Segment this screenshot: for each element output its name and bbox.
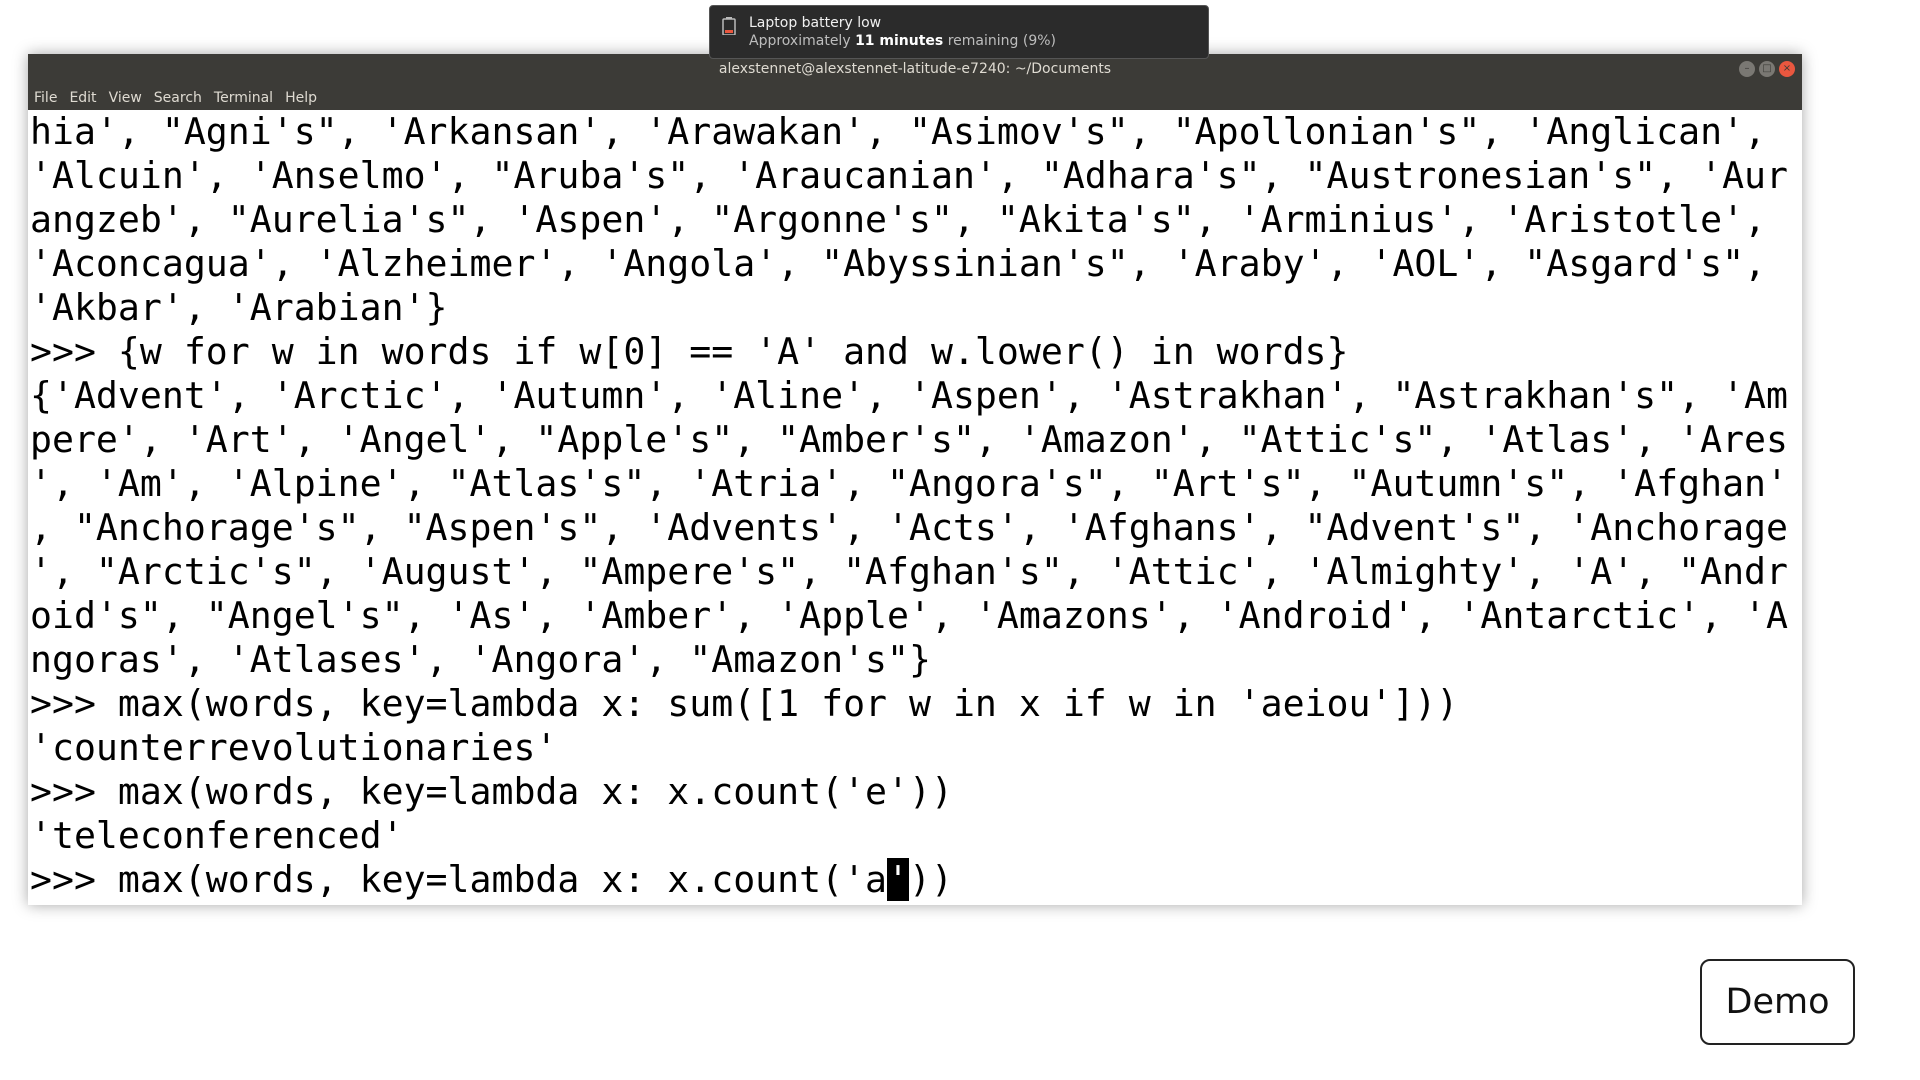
- close-icon: ×: [1782, 63, 1792, 74]
- terminal-line: 'Alcuin', 'Anselmo', "Aruba's", 'Araucan…: [30, 154, 1788, 197]
- terminal-line: , "Anchorage's", "Aspen's", 'Advents', '…: [30, 506, 1788, 549]
- notification-body: Approximately 11 minutes remaining (9%): [749, 33, 1056, 49]
- terminal-window[interactable]: alexstennet@alexstennet-latitude-e7240: …: [28, 54, 1802, 905]
- terminal-line: angzeb', "Aurelia's", 'Aspen', "Argonne'…: [30, 198, 1767, 241]
- terminal-output[interactable]: hia', "Agni's", 'Arkansan', 'Arawakan', …: [28, 110, 1802, 905]
- notification-title: Laptop battery low: [749, 15, 882, 31]
- terminal-line: 'Akbar', 'Arabian'}: [30, 286, 448, 329]
- terminal-line: ngoras', 'Atlases', 'Angora', "Amazon's"…: [30, 638, 931, 681]
- terminal-line: 'Aconcagua', 'Alzheimer', 'Angola', "Aby…: [30, 242, 1767, 285]
- text-cursor: ': [887, 858, 910, 901]
- menu-file[interactable]: File: [34, 90, 57, 106]
- menu-bar: File Edit View Search Terminal Help: [28, 85, 1802, 110]
- battery-low-icon: [722, 17, 736, 35]
- terminal-line: pere', 'Art', 'Angel', "Apple's", "Amber…: [30, 418, 1788, 461]
- terminal-line: oid's", "Angel's", 'As', 'Amber', 'Apple…: [30, 594, 1788, 637]
- menu-help[interactable]: Help: [285, 90, 317, 106]
- window-title: alexstennet@alexstennet-latitude-e7240: …: [718, 61, 1112, 77]
- menu-view[interactable]: View: [109, 90, 142, 106]
- menu-edit[interactable]: Edit: [69, 90, 96, 106]
- menu-terminal[interactable]: Terminal: [214, 90, 273, 106]
- demo-button[interactable]: Demo: [1700, 959, 1855, 1045]
- terminal-line: >>> max(words, key=lambda x: x.count('e'…: [30, 770, 953, 813]
- menu-search[interactable]: Search: [154, 90, 202, 106]
- close-button[interactable]: ×: [1779, 61, 1795, 77]
- minimize-icon: –: [1744, 63, 1750, 74]
- maximize-icon: □: [1762, 63, 1772, 74]
- terminal-line: >>> max(words, key=lambda x: sum([1 for …: [30, 682, 1459, 725]
- window-controls: – □ ×: [1739, 61, 1795, 77]
- terminal-line: ', 'Am', 'Alpine', "Atlas's", 'Atria', "…: [30, 462, 1788, 505]
- maximize-button[interactable]: □: [1759, 61, 1775, 77]
- prompt-text-after-cursor: )): [909, 858, 953, 901]
- terminal-line: ', "Arctic's", 'August', "Ampere's", "Af…: [30, 550, 1788, 593]
- terminal-line: hia', "Agni's", 'Arkansan', 'Arawakan', …: [30, 110, 1767, 153]
- terminal-line: 'teleconferenced': [30, 814, 404, 857]
- terminal-line: 'counterrevolutionaries': [30, 726, 558, 769]
- minimize-button[interactable]: –: [1739, 61, 1755, 77]
- terminal-line: >>> {w for w in words if w[0] == 'A' and…: [30, 330, 1349, 373]
- prompt-text: >>> max(words, key=lambda x: x.count('a: [30, 858, 888, 901]
- battery-notification[interactable]: Laptop battery low Approximately 11 minu…: [709, 5, 1209, 59]
- terminal-prompt-line[interactable]: >>> max(words, key=lambda x: x.count('a'…: [30, 858, 953, 902]
- terminal-line: {'Advent', 'Arctic', 'Autumn', 'Aline', …: [30, 374, 1788, 417]
